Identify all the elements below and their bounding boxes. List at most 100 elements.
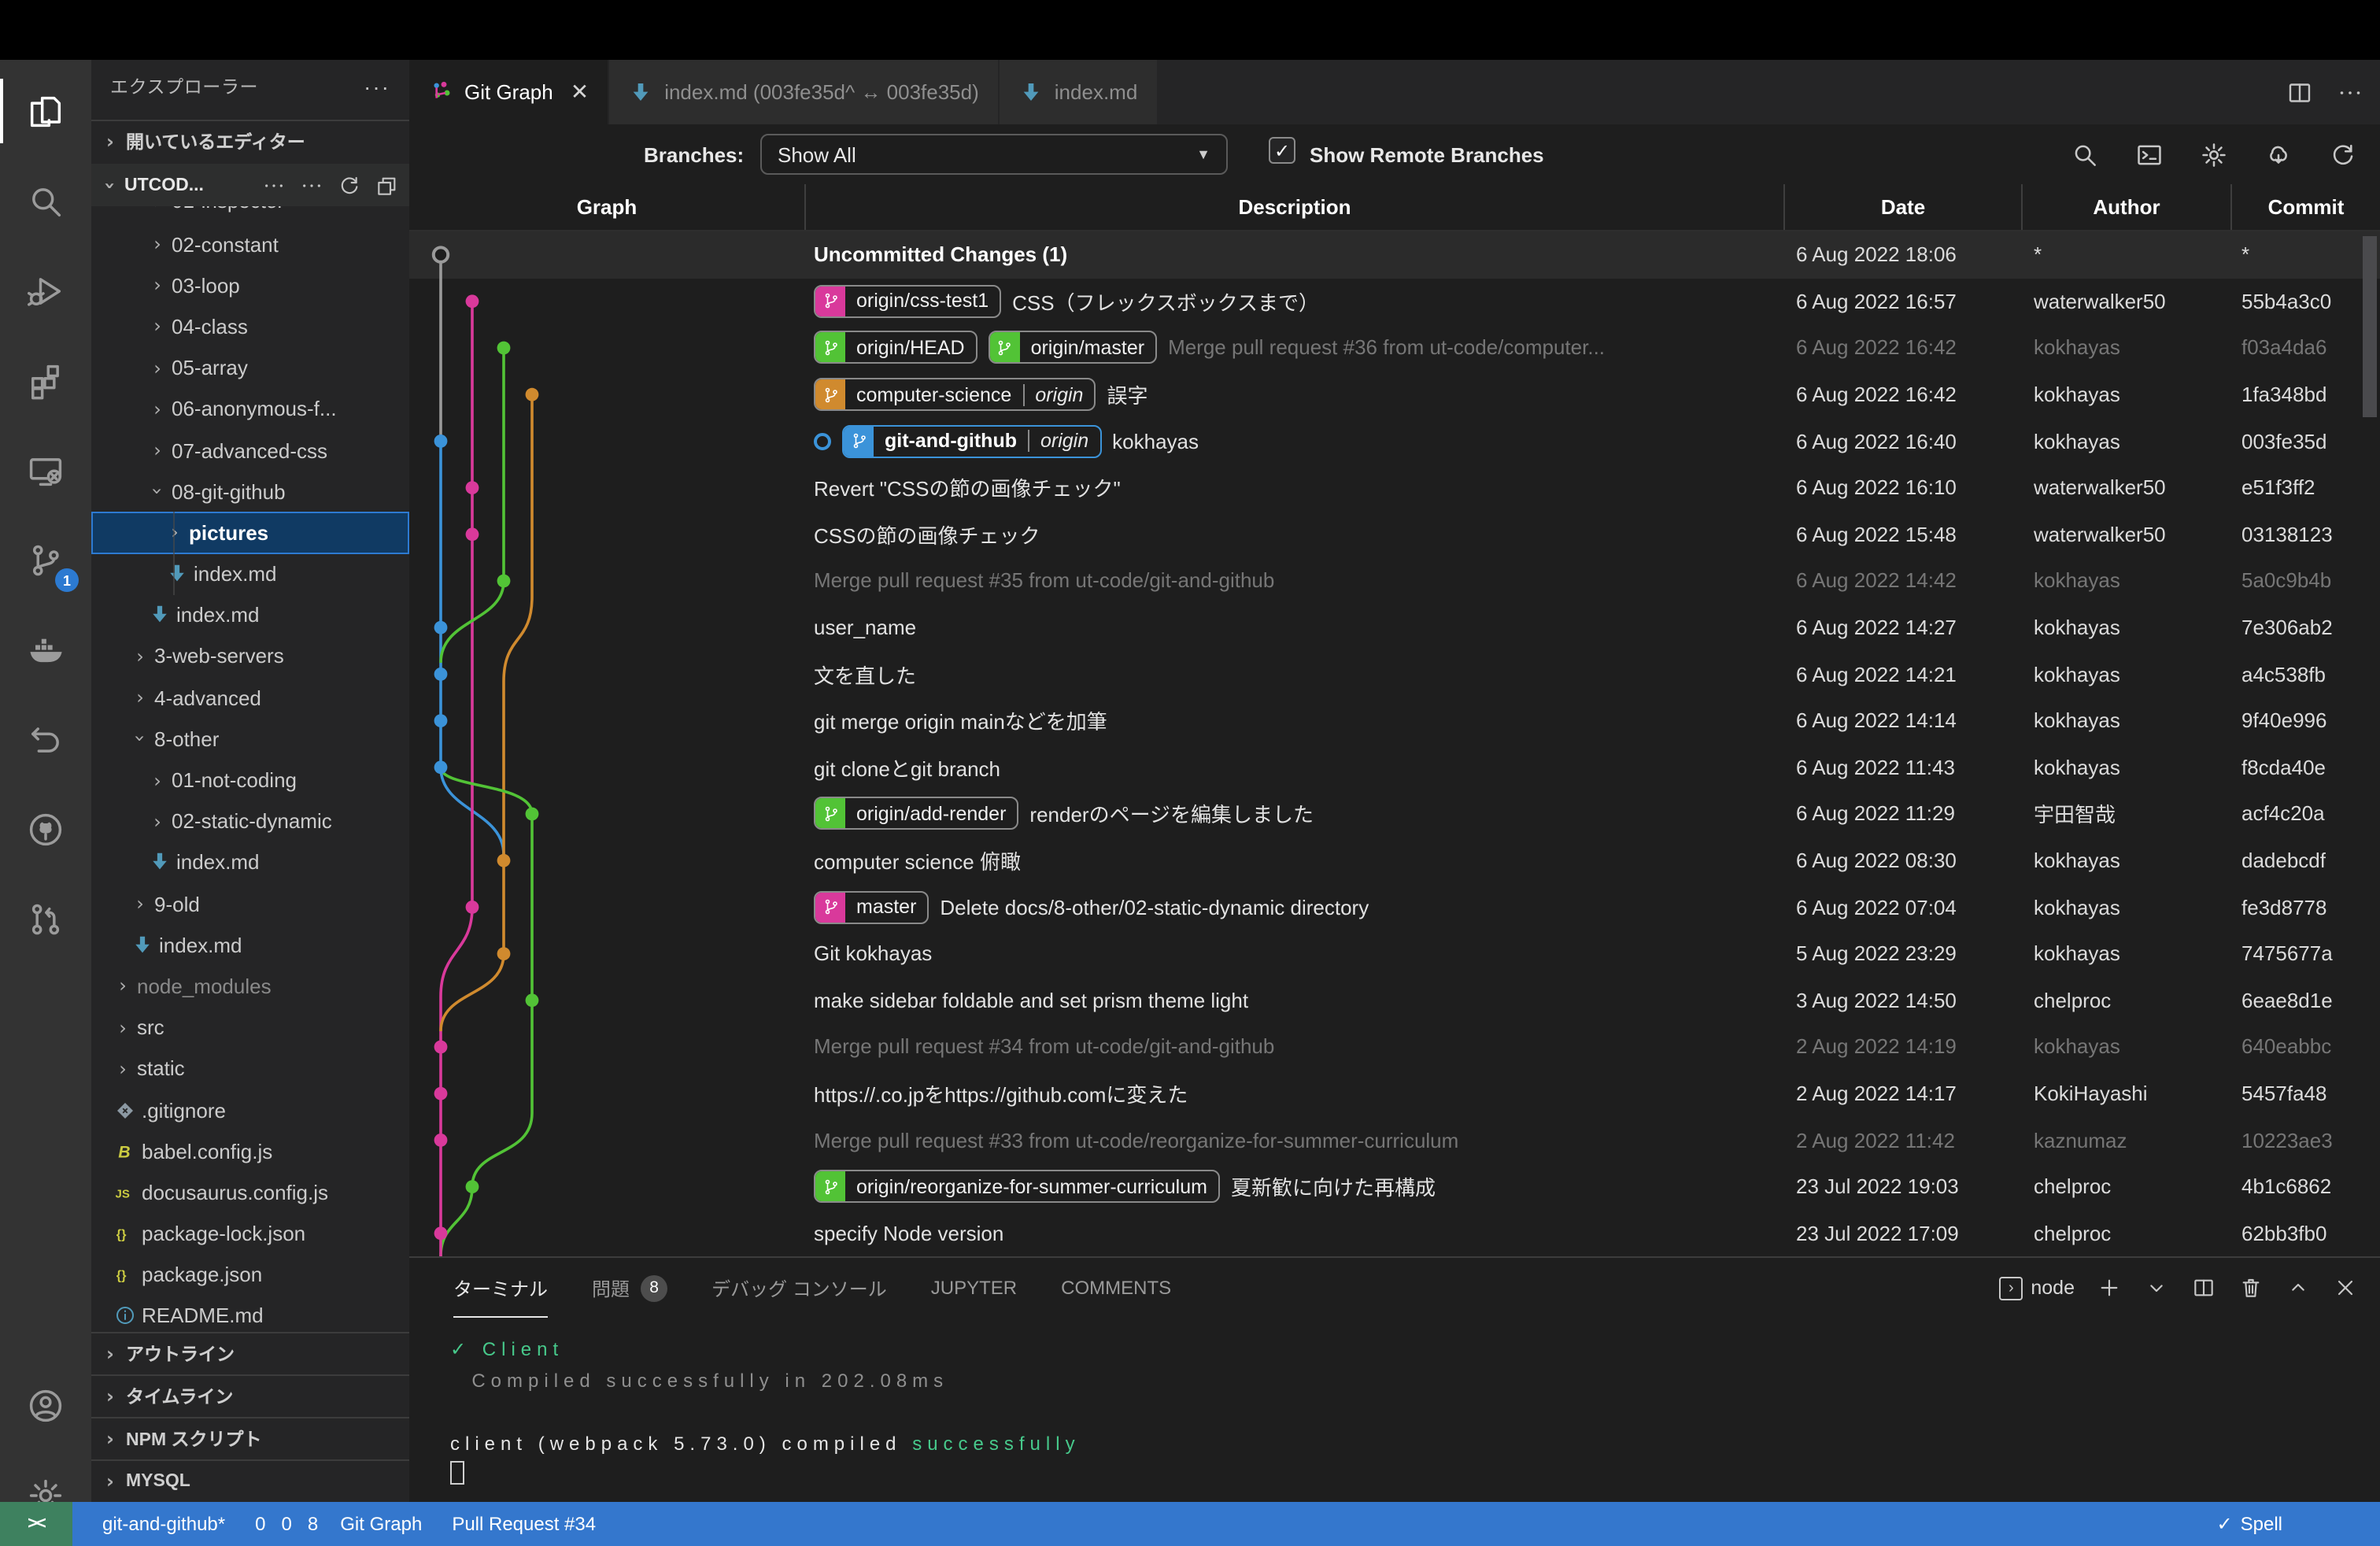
commit-row[interactable]: origin/css-test1CSS（フレックスボックスまで）6 Aug 20…: [409, 278, 2380, 324]
tree-item-nodemodules[interactable]: ›node_modules: [91, 966, 409, 1007]
tree-item-3-web-servers[interactable]: ›3-web-servers: [91, 636, 409, 677]
tree-item-index.md[interactable]: index.md: [91, 553, 409, 594]
commit-row[interactable]: CSSの節の画像チェック6 Aug 2022 15:48waterwalker5…: [409, 511, 2380, 557]
branch-badge-origin/HEAD[interactable]: origin/HEAD: [814, 331, 978, 364]
tree-item-index.md[interactable]: index.md: [91, 594, 409, 635]
activitybar-remote-explorer-icon[interactable]: [0, 425, 91, 515]
activitybar-docker-icon[interactable]: [0, 605, 91, 694]
sidebar-section-NPM スクリプト[interactable]: ›NPM スクリプト: [91, 1417, 409, 1459]
sidebar-section-MYSQL[interactable]: ›MYSQL: [91, 1459, 409, 1502]
statusbar-branch[interactable]: git-and-github*: [94, 1513, 225, 1535]
tree-item-07-advanced-css[interactable]: ›07-advanced-css: [91, 430, 409, 471]
commit-row[interactable]: origin/HEADorigin/masterMerge pull reque…: [409, 324, 2380, 371]
refresh-icon[interactable]: [337, 172, 362, 198]
commit-row[interactable]: computer-scienceorigin誤字6 Aug 2022 16:42…: [409, 372, 2380, 418]
search-icon[interactable]: [2070, 139, 2100, 169]
panel-tab-ターミナル[interactable]: ターミナル: [453, 1258, 548, 1318]
workspace-header[interactable]: › UTCOD...: [91, 164, 409, 206]
tree-item-index.md[interactable]: index.md: [91, 924, 409, 965]
tree-item-package.json[interactable]: {}package.json: [91, 1254, 409, 1295]
tree-item-04-class[interactable]: ›04-class: [91, 306, 409, 347]
activitybar-history-icon[interactable]: [0, 694, 91, 784]
commit-row[interactable]: user_name6 Aug 2022 14:27kokhayas7e306ab…: [409, 605, 2380, 651]
new-folder-icon[interactable]: [299, 172, 324, 198]
show-remote-branches-checkbox[interactable]: ✓: [1269, 137, 1295, 164]
commit-row[interactable]: 文を直した6 Aug 2022 14:21kokhayasa4c538fb: [409, 651, 2380, 697]
activitybar-accounts-icon[interactable]: [0, 1360, 91, 1450]
tree-item-05-array[interactable]: ›05-array: [91, 347, 409, 388]
remote-indicator[interactable]: ><: [0, 1502, 72, 1546]
activitybar-source-control-icon[interactable]: 1: [0, 515, 91, 605]
tree-item-pictures[interactable]: ›pictures: [91, 512, 409, 553]
commit-row[interactable]: specify Node version23 Jul 2022 17:09che…: [409, 1210, 2380, 1256]
branch-badge-origin/master[interactable]: origin/master: [989, 331, 1158, 364]
tree-item-08-git-github[interactable]: ›08-git-github: [91, 471, 409, 512]
caretdown-icon[interactable]: [2144, 1275, 2169, 1300]
sidebar-section-アウトライン[interactable]: ›アウトライン: [91, 1332, 409, 1374]
commit-row[interactable]: make sidebar foldable and set prism them…: [409, 977, 2380, 1023]
tree-item-.gitignore[interactable]: .gitignore: [91, 1089, 409, 1130]
commit-row[interactable]: Merge pull request #34 from ut-code/git-…: [409, 1023, 2380, 1070]
open-editors-section[interactable]: ›開いているエディター: [91, 120, 409, 162]
new-file-icon[interactable]: [261, 172, 286, 198]
cloud-icon[interactable]: [2264, 139, 2293, 169]
commit-row[interactable]: git cloneとgit branch6 Aug 2022 11:43kokh…: [409, 744, 2380, 790]
scrollbar-thumb[interactable]: [2363, 236, 2377, 417]
tree-item-02-static-dynamic[interactable]: ›02-static-dynamic: [91, 801, 409, 841]
closex-icon[interactable]: [2333, 1275, 2358, 1300]
branch-badge-origin/add-render[interactable]: origin/add-render: [814, 797, 1018, 830]
commit-row[interactable]: Git kokhayas5 Aug 2022 23:29kokhayas7475…: [409, 930, 2380, 977]
tree-item-src[interactable]: ›src: [91, 1007, 409, 1048]
tree-item-01-not-coding[interactable]: ›01-not-coding: [91, 760, 409, 801]
tree-item-06-anonymous-f...[interactable]: ›06-anonymous-f...: [91, 389, 409, 430]
activitybar-github-icon[interactable]: [0, 784, 91, 874]
branches-dropdown[interactable]: Show All ▼: [760, 134, 1228, 175]
chevup-icon[interactable]: [2286, 1275, 2311, 1300]
sidebar-section-タイムライン[interactable]: ›タイムライン: [91, 1374, 409, 1417]
tab-index.md[interactable]: index.md: [1000, 60, 1159, 124]
tree-item-02-constant[interactable]: ›02-constant: [91, 224, 409, 264]
tree-item-docusaurus.config.js[interactable]: JSdocusaurus.config.js: [91, 1172, 409, 1213]
tree-item-index.md[interactable]: index.md: [91, 842, 409, 883]
activitybar-pull-request-icon[interactable]: [0, 874, 91, 963]
terminal-output[interactable]: ✓ Client Compiled successfully in 202.08…: [450, 1333, 2364, 1491]
sidebar-more-icon[interactable]: ···: [364, 74, 390, 99]
commit-row[interactable]: Uncommitted Changes (1)6 Aug 2022 18:06*…: [409, 231, 2380, 278]
branch-badge-master[interactable]: master: [814, 890, 929, 923]
statusbar-git-graph[interactable]: Git Graph: [340, 1513, 422, 1535]
tree-item-01-inspector[interactable]: ›01-inspector: [91, 206, 409, 224]
commit-row[interactable]: Merge pull request #33 from ut-code/reor…: [409, 1117, 2380, 1163]
tree-item-babel.config.js[interactable]: Bbabel.config.js: [91, 1130, 409, 1171]
collapse-icon[interactable]: [375, 172, 400, 198]
panel-tab-COMMENTS[interactable]: COMMENTS: [1061, 1258, 1171, 1318]
plus-icon[interactable]: [2097, 1275, 2122, 1300]
statusbar-problems[interactable]: 0 0 8: [247, 1513, 318, 1535]
column-header-commit[interactable]: Commit: [2230, 184, 2380, 230]
tree-item-README.md[interactable]: README.md: [91, 1296, 409, 1337]
column-header-author[interactable]: Author: [2021, 184, 2230, 230]
activitybar-extensions-icon[interactable]: [0, 335, 91, 425]
activitybar-explorer-icon[interactable]: [0, 66, 91, 156]
branch-badge-computer-science[interactable]: computer-scienceorigin: [814, 378, 1096, 411]
branch-badge-origin/css-test1[interactable]: origin/css-test1: [814, 285, 1001, 318]
close-icon[interactable]: ✕: [571, 79, 589, 105]
commit-row[interactable]: origin/add-renderrenderのページを編集しました6 Aug …: [409, 790, 2380, 837]
tree-item-4-advanced[interactable]: ›4-advanced: [91, 677, 409, 718]
activitybar-search-icon[interactable]: [0, 156, 91, 246]
panel-tab-JUPYTER[interactable]: JUPYTER: [931, 1258, 1017, 1318]
spell-checker[interactable]: ✓ Spell: [2217, 1513, 2283, 1535]
branch-badge-git-and-github[interactable]: git-and-githuborigin: [842, 424, 1101, 457]
tab-index.md[interactable]: index.md (003fe35d^ ↔ 003fe35d): [609, 60, 1000, 124]
commit-row[interactable]: masterDelete docs/8-other/02-static-dyna…: [409, 884, 2380, 930]
more-icon[interactable]: [2336, 78, 2364, 106]
gear-icon[interactable]: [2199, 139, 2229, 169]
column-header-graph[interactable]: Graph: [409, 184, 804, 230]
tree-item-03-loop[interactable]: ›03-loop: [91, 264, 409, 305]
commit-row[interactable]: git-and-githuboriginkokhayas6 Aug 2022 1…: [409, 418, 2380, 464]
panel-tab-問題[interactable]: 問題8: [592, 1258, 667, 1318]
tree-item-8-other[interactable]: ›8-other: [91, 719, 409, 760]
commit-row[interactable]: computer science 俯瞰6 Aug 2022 08:30kokha…: [409, 837, 2380, 883]
tree-item-static[interactable]: ›static: [91, 1049, 409, 1089]
commit-row[interactable]: Merge pull request #35 from ut-code/git-…: [409, 557, 2380, 604]
trash-icon[interactable]: [2238, 1275, 2264, 1300]
